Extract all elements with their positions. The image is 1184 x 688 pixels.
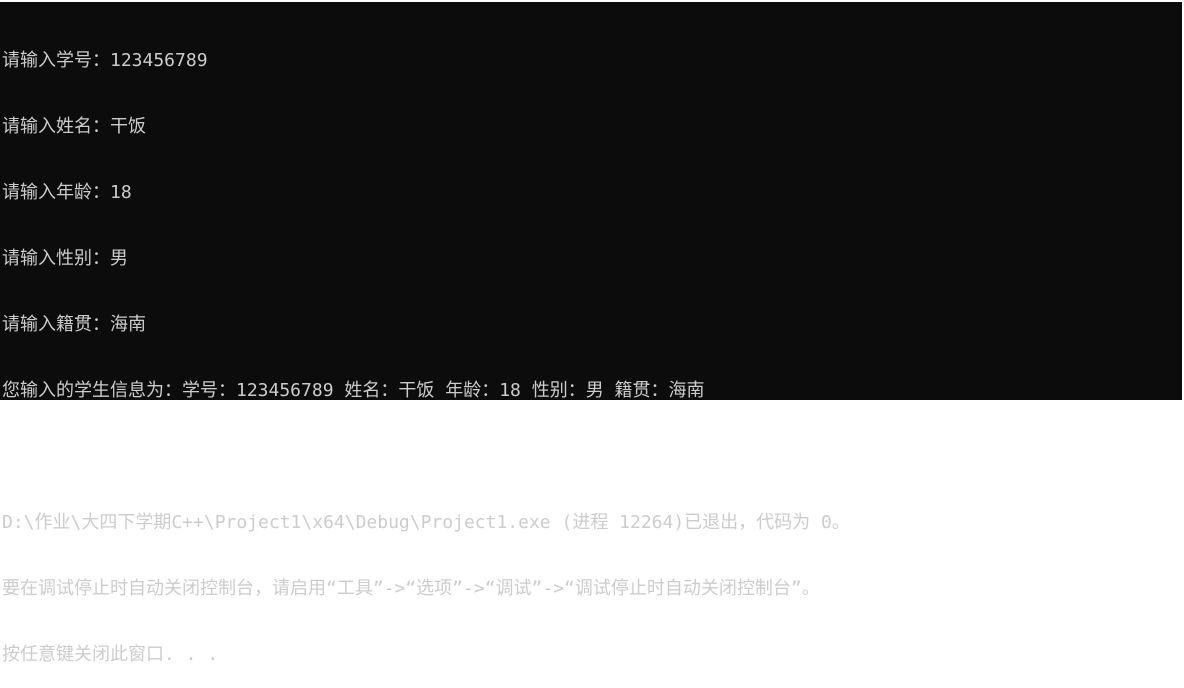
console-line-age: 请输入年龄：18 (2, 182, 132, 203)
console-line-hometown: 请输入籍贯：海南 (2, 314, 146, 335)
console-line-gender: 请输入性别：男 (2, 248, 128, 269)
console-line-student-id: 请输入学号：123456789 (2, 50, 208, 71)
console-window[interactable]: 请输入学号：123456789 请输入姓名：干饭 请输入年龄：18 请输入性别：… (0, 0, 1184, 665)
console-line-summary: 您输入的学生信息为：学号：123456789 姓名：干饭 年龄：18 性别：男 … (2, 380, 705, 401)
console-line-exit-status: D:\作业\大四下学期C++\Project1\x64\Debug\Projec… (2, 512, 850, 533)
console-line-name: 请输入姓名：干饭 (2, 116, 146, 137)
window-top-border (0, 0, 1184, 2)
console-line-press-any-key: 按任意键关闭此窗口. . . (2, 644, 219, 665)
console-line-auto-close-hint: 要在调试停止时自动关闭控制台，请启用“工具”->“选项”->“调试”->“调试停… (2, 578, 820, 599)
console-line-blank (2, 446, 1184, 468)
